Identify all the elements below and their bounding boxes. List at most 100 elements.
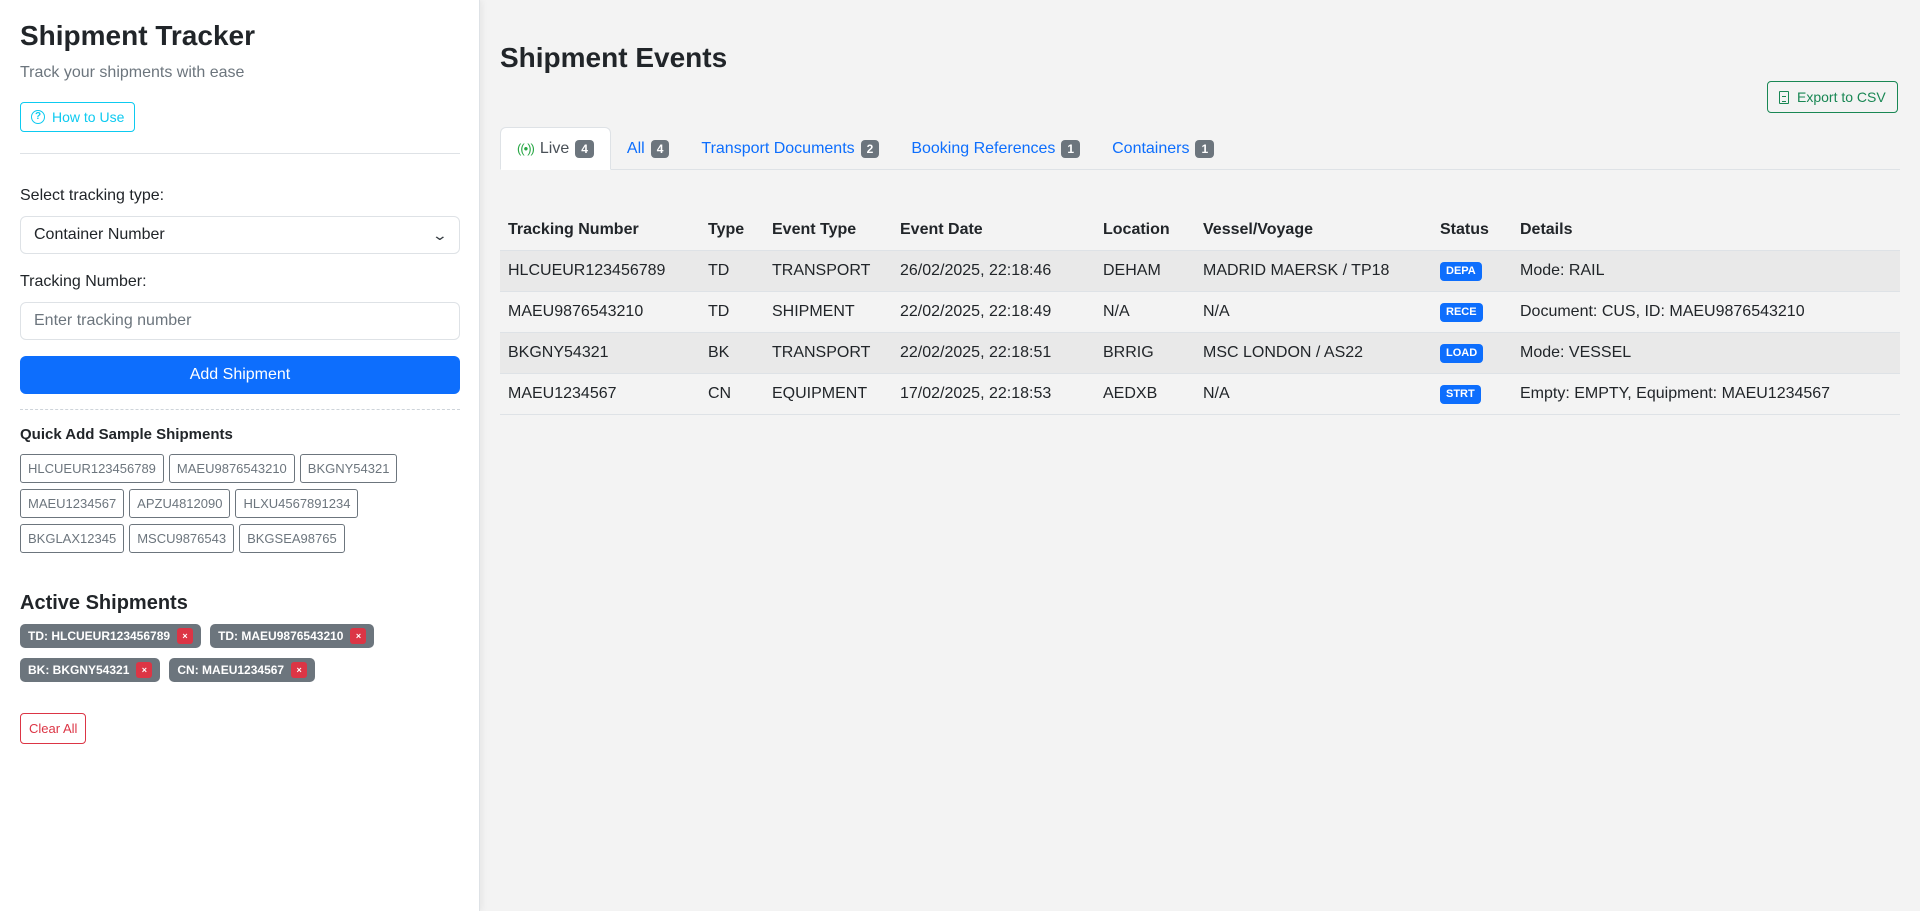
event-type-cell: TRANSPORT [764, 249, 892, 291]
column-header: Event Date [900, 220, 983, 238]
tab-count-badge: 1 [1195, 139, 1215, 158]
table-row: HLCUEUR123456789 TD TRANSPORT 26/02/2025… [500, 249, 1900, 291]
remove-shipment-button[interactable]: × [350, 628, 367, 644]
tab-label: Containers [1112, 139, 1190, 157]
quick-add-title: Quick Add Sample Shipments [20, 426, 233, 443]
vessel-voyage-cell: N/A [1195, 290, 1432, 332]
sample-shipment-button[interactable]: MSCU9876543 [129, 524, 235, 553]
table-row: MAEU1234567 CN EQUIPMENT 17/02/2025, 22:… [500, 372, 1900, 415]
type-cell: TD [700, 290, 764, 332]
vessel-voyage-cell: MADRID MAERSK / TP18 [1195, 249, 1432, 291]
remove-shipment-button[interactable]: × [177, 628, 194, 644]
column-header: Status [1440, 220, 1489, 238]
tab-containers[interactable]: Containers 1 [1096, 127, 1230, 170]
tracking-type-select[interactable]: Container Number ⌄ [20, 216, 460, 254]
chevron-down-icon: ⌄ [431, 226, 449, 243]
event-date-cell: 17/02/2025, 22:18:53 [892, 372, 1095, 415]
tracking-number-input[interactable] [20, 302, 460, 340]
divider [20, 409, 460, 410]
tab-label: Live [539, 139, 570, 157]
sample-shipment-button[interactable]: HLXU4567891234 [235, 489, 359, 518]
divider [20, 153, 460, 154]
question-circle-icon: ? [31, 110, 45, 124]
select-tracking-type-label: Select tracking type: [20, 187, 165, 204]
app-subtitle: Track your shipments with ease [20, 64, 245, 81]
tracking-number-cell: MAEU1234567 [500, 372, 700, 415]
broadcast-icon: ((•)) [517, 141, 535, 156]
tab-live[interactable]: ((•)) Live 4 [500, 127, 611, 170]
tracking-type-value: Container Number [34, 226, 165, 243]
tab-label: Booking References [911, 139, 1056, 157]
column-header: Tracking Number [508, 220, 639, 238]
type-cell: CN [700, 372, 764, 415]
column-header: Location [1103, 220, 1170, 238]
tab-label: All [626, 139, 645, 157]
clear-all-button[interactable]: Clear All [20, 713, 87, 744]
tracking-number-label: Tracking Number: [20, 273, 147, 290]
export-csv-button[interactable]: Export to CSV [1767, 81, 1898, 113]
chip-label: TD: MAEU9876543210 [218, 629, 344, 643]
event-date-cell: 22/02/2025, 22:18:49 [892, 290, 1095, 332]
event-type-cell: TRANSPORT [764, 331, 892, 373]
sample-shipment-button[interactable]: BKGSEA98765 [239, 524, 345, 553]
remove-shipment-button[interactable]: × [291, 662, 308, 678]
chip-label: CN: MAEU1234567 [177, 663, 285, 677]
status-cell: DEPA [1432, 249, 1512, 291]
tab-label: Transport Documents [701, 139, 855, 157]
tab-count-badge: 1 [1061, 139, 1081, 158]
sample-shipment-button[interactable]: BKGLAX12345 [20, 524, 125, 553]
details-cell: Mode: VESSEL [1512, 331, 1900, 373]
table-header-row: Tracking Number Type Event Type Event Da… [500, 210, 1900, 250]
location-cell: DEHAM [1095, 249, 1195, 291]
details-cell: Empty: EMPTY, Equipment: MAEU1234567 [1512, 372, 1900, 415]
status-badge: STRT [1440, 384, 1481, 404]
table-row: BKGNY54321 BK TRANSPORT 22/02/2025, 22:1… [500, 331, 1900, 373]
file-csv-icon [1779, 90, 1789, 104]
status-cell: RECE [1432, 290, 1512, 332]
sample-shipment-button[interactable]: APZU4812090 [129, 489, 231, 518]
sample-shipment-button[interactable]: HLCUEUR123456789 [20, 454, 164, 483]
events-table: Tracking Number Type Event Type Event Da… [500, 210, 1900, 415]
column-header: Vessel/Voyage [1203, 220, 1313, 238]
active-shipments-title: Active Shipments [20, 592, 188, 614]
add-shipment-button[interactable]: Add Shipment [20, 356, 460, 394]
how-to-use-label: How to Use [52, 109, 125, 125]
column-header: Event Type [772, 220, 857, 238]
sample-shipments: HLCUEUR123456789 MAEU9876543210 BKGNY543… [20, 454, 420, 553]
tracking-number-cell: BKGNY54321 [500, 331, 700, 373]
status-cell: STRT [1432, 372, 1512, 415]
vessel-voyage-cell: N/A [1195, 372, 1432, 415]
status-cell: LOAD [1432, 331, 1512, 373]
details-cell: Mode: RAIL [1512, 249, 1900, 291]
page-title: Shipment Events [500, 42, 728, 73]
tab-count-badge: 4 [650, 139, 670, 158]
event-date-cell: 22/02/2025, 22:18:51 [892, 331, 1095, 373]
sample-shipment-button[interactable]: BKGNY54321 [299, 454, 398, 483]
active-shipment-chip: BK: BKGNY54321 × [20, 658, 161, 682]
active-shipments-list: TD: HLCUEUR123456789 × TD: MAEU987654321… [20, 624, 420, 682]
sample-shipment-button[interactable]: MAEU1234567 [20, 489, 125, 518]
event-date-cell: 26/02/2025, 22:18:46 [892, 249, 1095, 291]
status-badge: LOAD [1440, 343, 1484, 363]
event-type-cell: SHIPMENT [764, 290, 892, 332]
location-cell: AEDXB [1095, 372, 1195, 415]
column-header: Type [708, 220, 745, 238]
column-header: Details [1520, 220, 1573, 238]
table-row: MAEU9876543210 TD SHIPMENT 22/02/2025, 2… [500, 290, 1900, 332]
active-shipment-chip: TD: HLCUEUR123456789 × [20, 624, 202, 648]
app-title: Shipment Tracker [20, 20, 255, 51]
export-csv-label: Export to CSV [1797, 89, 1886, 105]
tab-all[interactable]: All 4 [611, 127, 685, 170]
remove-shipment-button[interactable]: × [136, 662, 153, 678]
how-to-use-button[interactable]: ? How to Use [20, 102, 136, 132]
vessel-voyage-cell: MSC LONDON / AS22 [1195, 331, 1432, 373]
tab-booking-references[interactable]: Booking References 1 [895, 127, 1096, 170]
status-badge: RECE [1440, 302, 1483, 322]
chip-label: TD: HLCUEUR123456789 [28, 629, 171, 643]
active-shipment-chip: CN: MAEU1234567 × [169, 658, 316, 682]
tab-count-badge: 4 [575, 139, 594, 158]
tracking-number-cell: MAEU9876543210 [500, 290, 700, 332]
location-cell: N/A [1095, 290, 1195, 332]
sample-shipment-button[interactable]: MAEU9876543210 [168, 454, 295, 483]
tab-transport-documents[interactable]: Transport Documents 2 [685, 127, 895, 170]
